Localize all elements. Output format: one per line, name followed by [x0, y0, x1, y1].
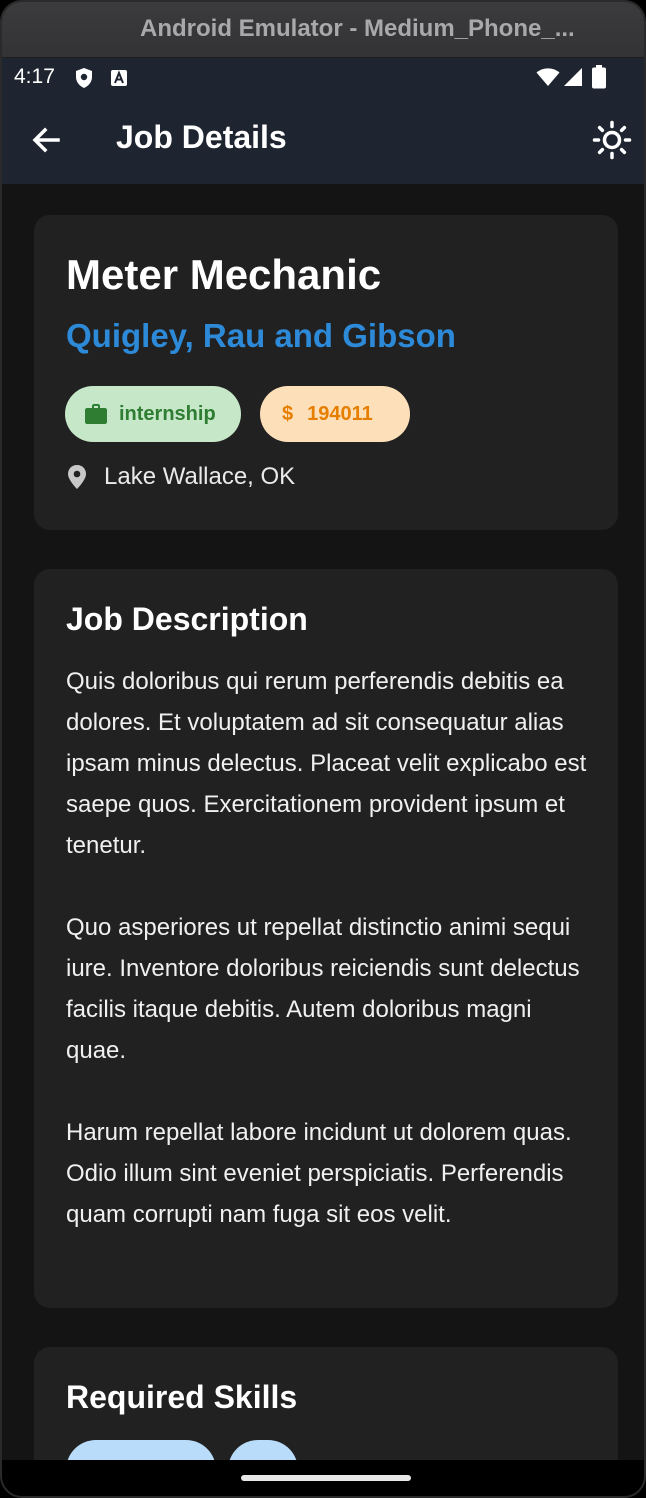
required-skills-card: Required Skills [34, 1347, 618, 1460]
job-description-card: Job Description Quis doloribus qui rerum… [34, 569, 618, 1308]
device-frame: Android Emulator - Medium_Phone_... 4:17… [0, 0, 646, 1498]
arrow-back-icon[interactable] [28, 122, 64, 158]
skill-chip [228, 1440, 298, 1460]
job-header-card: Meter Mechanic Quigley, Rau and Gibson i… [34, 215, 618, 530]
wifi-icon [536, 68, 560, 86]
home-gesture-handle[interactable] [241, 1475, 411, 1481]
page-title: Job Details [116, 119, 287, 155]
salary-chip: $ 194011 [260, 386, 410, 442]
briefcase-icon [85, 404, 107, 424]
job-type-chip: internship [65, 386, 241, 442]
location-label: Lake Wallace, OK [104, 463, 296, 490]
skills-title: Required Skills [66, 1379, 298, 1415]
description-title: Job Description [66, 601, 308, 637]
scroll-content[interactable]: Meter Mechanic Quigley, Rau and Gibson i… [2, 184, 644, 1460]
emulator-title-bar: Android Emulator - Medium_Phone_... [2, 2, 644, 58]
salary-value: 194011 [307, 402, 373, 425]
app-bar: Job Details [2, 96, 644, 184]
sun-icon[interactable] [592, 120, 632, 160]
gesture-nav-bar [2, 1460, 644, 1496]
location-pin-icon [68, 465, 86, 489]
company-name: Quigley, Rau and Gibson [66, 317, 456, 354]
status-bar: 4:17 [2, 58, 644, 96]
signal-icon [564, 68, 582, 86]
shield-icon [76, 68, 92, 88]
description-text: Quis doloribus qui rerum perferendis deb… [66, 668, 587, 1228]
battery-icon [592, 65, 606, 89]
dollar-icon: $ [282, 402, 294, 425]
job-type-label: internship [119, 402, 216, 425]
a-badge-icon [111, 70, 127, 86]
job-location: Lake Wallace, OK [66, 463, 295, 491]
skill-chip [66, 1440, 216, 1460]
emulator-title: Android Emulator - Medium_Phone_... [140, 15, 575, 42]
job-title: Meter Mechanic [66, 251, 382, 298]
status-time: 4:17 [14, 65, 55, 88]
